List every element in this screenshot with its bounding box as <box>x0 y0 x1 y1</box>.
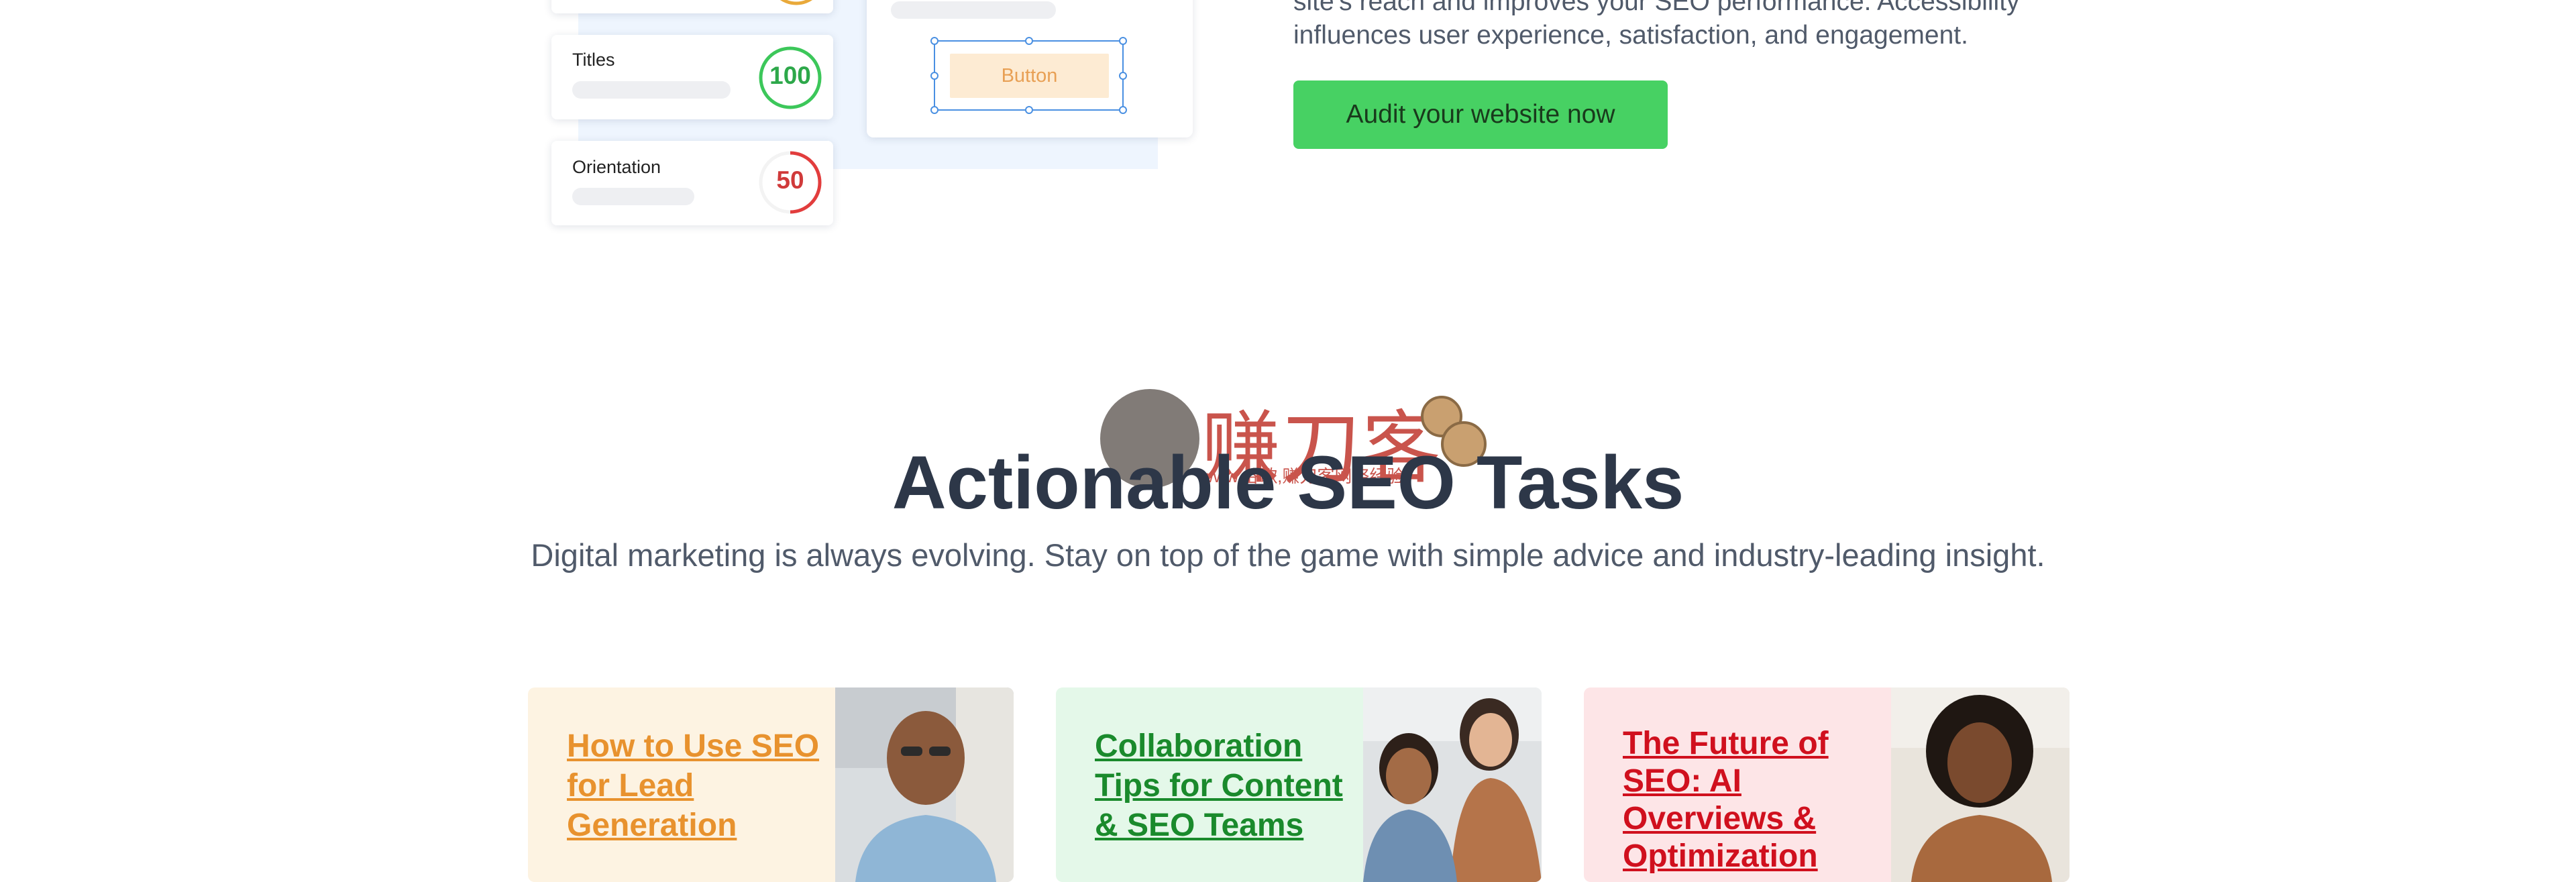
article-title-link[interactable]: How to Use SEO for Lead Generation <box>567 726 835 845</box>
demo-button: Button <box>950 54 1109 98</box>
score-card-titles: Titles 100 <box>551 35 833 119</box>
resize-handle <box>1025 106 1033 114</box>
resize-handle <box>930 37 938 45</box>
selection-box: Button <box>930 37 1127 114</box>
article-title-link[interactable]: Collaboration Tips for Content & SEO Tea… <box>1095 726 1363 845</box>
section-title: Actionable SEO Tasks <box>892 441 1684 525</box>
editor-preview-card: Button <box>867 0 1193 137</box>
article-title-link[interactable]: The Future of SEO: AI Overviews & Optimi… <box>1623 725 1878 875</box>
score-card-orientation: Orientation 50 <box>551 141 833 225</box>
placeholder-bar <box>572 188 694 205</box>
resize-handle <box>1025 37 1033 45</box>
placeholder-bar <box>891 1 1056 19</box>
resize-handle <box>1119 37 1127 45</box>
score-value: 100 <box>769 62 811 89</box>
score-card-label: Orientation <box>572 157 661 177</box>
score-card-label: Titles <box>572 50 615 70</box>
score-ring-orientation: 50 <box>758 150 822 215</box>
article-photo <box>835 687 1014 882</box>
article-photo <box>1891 687 2070 882</box>
placeholder-bar <box>572 81 731 99</box>
score-card-partial <box>551 0 833 13</box>
resize-handle <box>1119 72 1127 80</box>
article-card-future-of-seo[interactable]: The Future of SEO: AI Overviews & Optimi… <box>1584 687 2070 882</box>
audit-website-button[interactable]: Audit your website now <box>1293 80 1668 149</box>
partial-score-ring <box>780 0 813 5</box>
resize-handle <box>930 106 938 114</box>
section-subtitle: Digital marketing is always evolving. St… <box>531 537 2045 573</box>
accessibility-paragraph: site's reach and improves your SEO perfo… <box>1293 0 2020 50</box>
article-card-lead-generation[interactable]: How to Use SEO for Lead Generation <box>528 687 1014 882</box>
resize-handle <box>930 72 938 80</box>
score-ring-titles: 100 <box>758 46 822 110</box>
resize-handle <box>1119 106 1127 114</box>
article-card-collaboration[interactable]: Collaboration Tips for Content & SEO Tea… <box>1056 687 1542 882</box>
article-photo <box>1363 687 1542 882</box>
score-value: 50 <box>776 166 804 194</box>
